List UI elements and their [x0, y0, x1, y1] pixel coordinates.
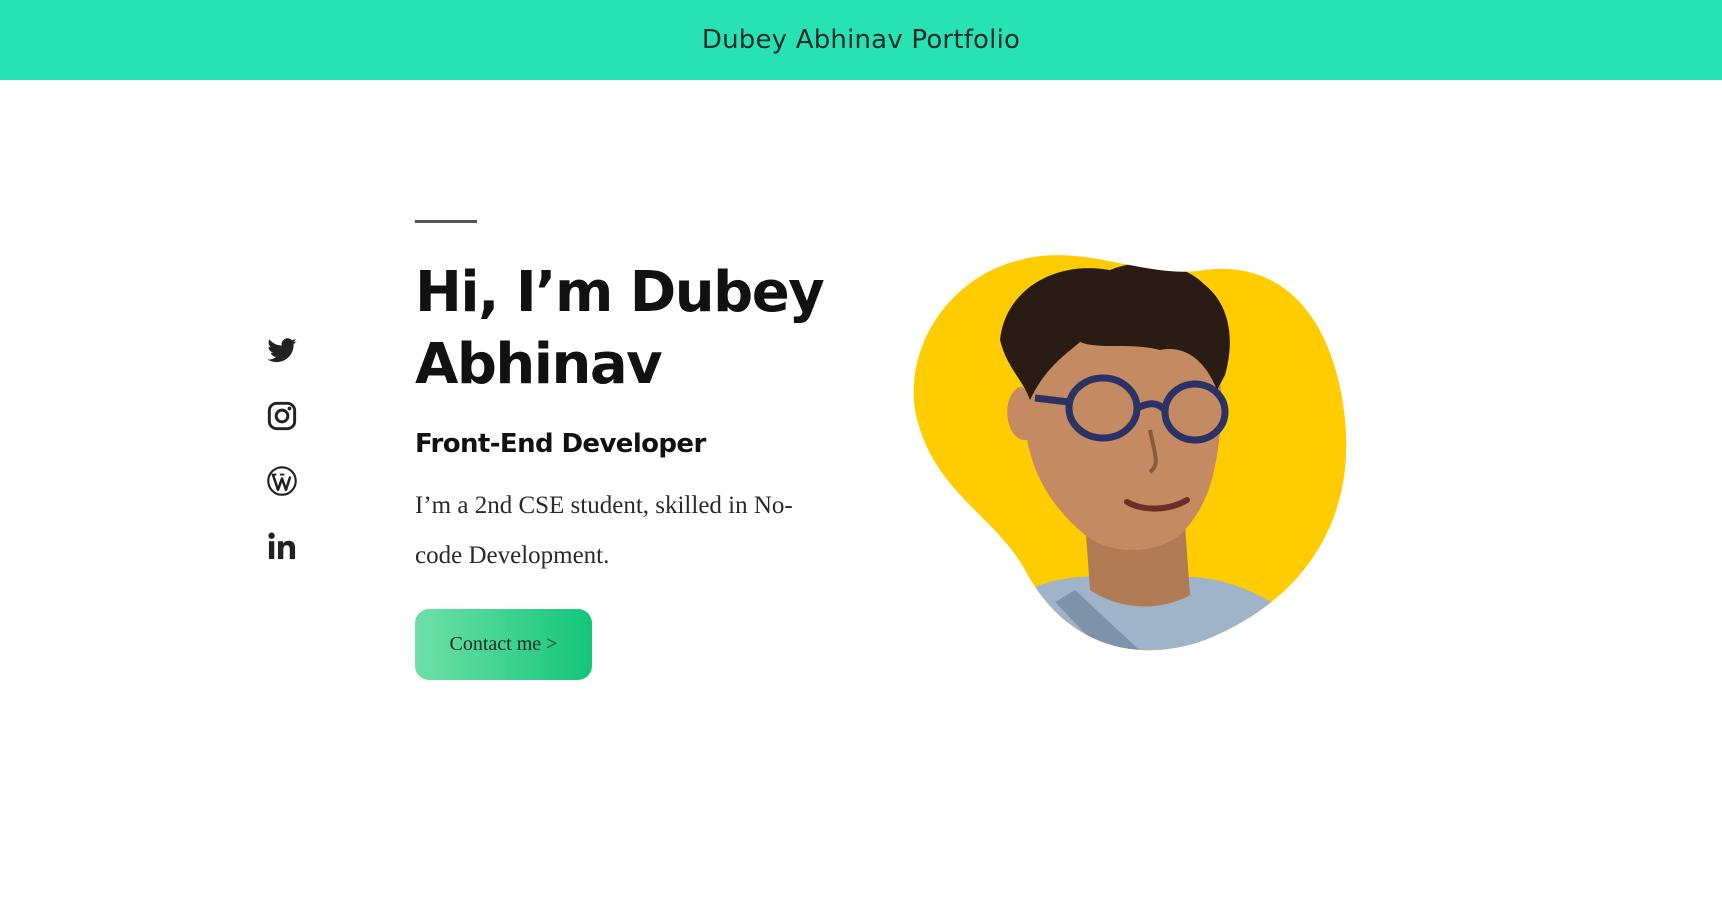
- wordpress-link[interactable]: [266, 465, 298, 497]
- profile-photo: [913, 255, 1347, 651]
- site-title: Dubey Abhinav Portfolio: [701, 25, 1021, 55]
- contact-button[interactable]: Contact me >: [415, 609, 592, 680]
- twitter-icon: [267, 338, 297, 363]
- linkedin-icon: [268, 532, 296, 560]
- instagram-icon: [267, 401, 297, 431]
- hero-description: I’m a 2nd CSE student, skilled in No-cod…: [415, 492, 793, 569]
- hero-heading: Hi, I’m Dubey Abhinav: [415, 260, 825, 397]
- instagram-link[interactable]: [266, 400, 298, 432]
- job-title: Front-End Developer: [415, 429, 706, 459]
- twitter-link[interactable]: [266, 335, 298, 367]
- accent-divider: [415, 220, 477, 223]
- linkedin-link[interactable]: [266, 530, 298, 562]
- social-links: [266, 335, 298, 595]
- hero-section: Hi, I’m Dubey Abhinav Front-End Develope…: [415, 220, 855, 680]
- site-header: Dubey Abhinav Portfolio: [0, 0, 1722, 80]
- wordpress-icon: [267, 466, 297, 496]
- profile-portrait: [905, 250, 1355, 660]
